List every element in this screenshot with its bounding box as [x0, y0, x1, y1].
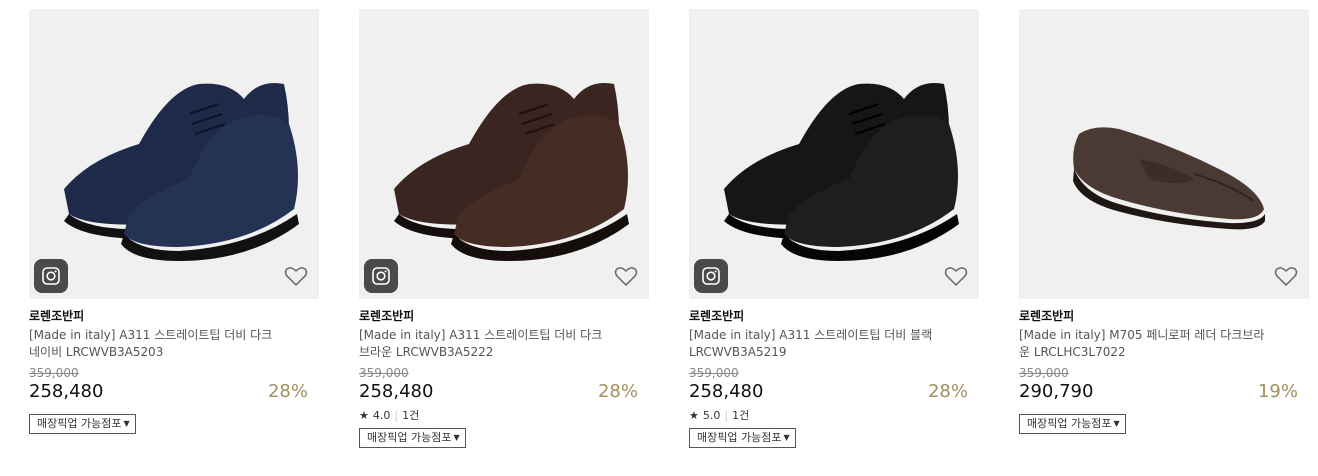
product-name-line2: 브라운 LRCWVB3A5222: [359, 345, 494, 359]
product-name[interactable]: [Made in italy] A311 스트레이트팁 더비 다크네이비 LRC…: [29, 327, 319, 361]
product-image[interactable]: [359, 9, 649, 299]
product-brand[interactable]: 로렌조반피: [359, 308, 649, 324]
product-card[interactable]: 로렌조반피 [Made in italy] A311 스트레이트팁 더비 블랙 L…: [689, 9, 979, 448]
discount-rate: 28%: [597, 381, 638, 402]
product-name[interactable]: [Made in italy] A311 스트레이트팁 더비 블랙 LRCWVB3…: [689, 327, 979, 361]
store-pickup-label: 매장픽업 가능점포: [37, 417, 122, 430]
product-name-line2: 네이비 LRCWVB3A5203: [29, 345, 164, 359]
star-icon: ★: [689, 409, 699, 422]
product-brand[interactable]: 로렌조반피: [29, 308, 319, 324]
store-pickup-button[interactable]: 매장픽업 가능점포 ▼: [1019, 414, 1126, 434]
divider: |: [394, 409, 399, 422]
original-price: 359,000: [359, 366, 409, 380]
product-brand[interactable]: 로렌조반피: [1019, 308, 1309, 324]
product-grid: 로렌조반피 [Made in italy] A311 스트레이트팁 더비 다크네…: [0, 0, 1318, 476]
star-icon: ★: [359, 409, 369, 422]
original-price: 359,000: [1019, 366, 1069, 380]
price-row: 258,480 28%: [29, 380, 319, 404]
caret-down-icon: ▼: [123, 419, 130, 428]
sale-price: 258,480: [29, 381, 104, 402]
product-card[interactable]: 로렌조반피 [Made in italy] A311 스트레이트팁 더비 다크브…: [359, 9, 649, 448]
product-card[interactable]: 로렌조반피 [Made in italy] M705 페니로퍼 레더 다크브라운…: [1019, 9, 1309, 434]
discount-rate: 19%: [1257, 381, 1298, 402]
store-pickup-button[interactable]: 매장픽업 가능점포 ▼: [359, 428, 466, 448]
derby-shoe-image: [724, 83, 959, 261]
derby-shoe-image: [394, 83, 629, 261]
instagram-icon[interactable]: [694, 259, 728, 293]
price-row: 258,480 28%: [359, 380, 649, 404]
store-pickup-label: 매장픽업 가능점포: [1027, 417, 1112, 430]
product-image[interactable]: [29, 9, 319, 299]
discount-rate: 28%: [927, 381, 968, 402]
wishlist-heart-icon[interactable]: [944, 265, 968, 287]
divider: |: [724, 409, 729, 422]
sale-price: 258,480: [689, 381, 764, 402]
product-name-line1: [Made in italy] A311 스트레이트팁 더비 다크: [29, 328, 273, 342]
store-pickup-button[interactable]: 매장픽업 가능점포 ▼: [29, 414, 136, 434]
product-name-line1: [Made in italy] A311 스트레이트팁 더비 다크: [359, 328, 603, 342]
loafer-shoe-image: [1073, 127, 1265, 230]
product-name-line1: [Made in italy] A311 스트레이트팁 더비 블랙: [689, 328, 933, 342]
product-image[interactable]: [689, 9, 979, 299]
price-row: 258,480 28%: [689, 380, 979, 404]
product-card[interactable]: 로렌조반피 [Made in italy] A311 스트레이트팁 더비 다크네…: [29, 9, 319, 434]
derby-shoe-image: [64, 83, 299, 261]
store-pickup-label: 매장픽업 가능점포: [697, 431, 782, 444]
caret-down-icon: ▼: [453, 433, 460, 442]
caret-down-icon: ▼: [1113, 419, 1120, 428]
rating-score: 4.0: [372, 409, 391, 422]
price-row: 290,790 19%: [1019, 380, 1309, 404]
sale-price: 290,790: [1019, 381, 1094, 402]
original-price: 359,000: [29, 366, 79, 380]
product-name[interactable]: [Made in italy] A311 스트레이트팁 더비 다크브라운 LRC…: [359, 327, 649, 361]
store-pickup-button[interactable]: 매장픽업 가능점포 ▼: [689, 428, 796, 448]
wishlist-heart-icon[interactable]: [614, 265, 638, 287]
sale-price: 258,480: [359, 381, 434, 402]
discount-rate: 28%: [267, 381, 308, 402]
product-image[interactable]: [1019, 9, 1309, 299]
instagram-icon[interactable]: [34, 259, 68, 293]
wishlist-heart-icon[interactable]: [284, 265, 308, 287]
product-brand[interactable]: 로렌조반피: [689, 308, 979, 324]
rating-row: ★ 4.0 | 1건: [359, 408, 649, 424]
store-pickup-label: 매장픽업 가능점포: [367, 431, 452, 444]
rating-row: ★ 5.0 | 1건: [689, 408, 979, 424]
wishlist-heart-icon[interactable]: [1274, 265, 1298, 287]
original-price: 359,000: [689, 366, 739, 380]
instagram-icon[interactable]: [364, 259, 398, 293]
rating-score: 5.0: [702, 409, 721, 422]
product-name-line2: 운 LRCLHC3L7022: [1019, 345, 1126, 359]
review-count[interactable]: 1건: [402, 408, 419, 424]
product-name[interactable]: [Made in italy] M705 페니로퍼 레더 다크브라운 LRCLH…: [1019, 327, 1309, 361]
review-count[interactable]: 1건: [732, 408, 749, 424]
caret-down-icon: ▼: [783, 433, 790, 442]
product-name-line1: [Made in italy] M705 페니로퍼 레더 다크브라: [1019, 328, 1265, 342]
product-name-line2: LRCWVB3A5219: [689, 345, 787, 359]
